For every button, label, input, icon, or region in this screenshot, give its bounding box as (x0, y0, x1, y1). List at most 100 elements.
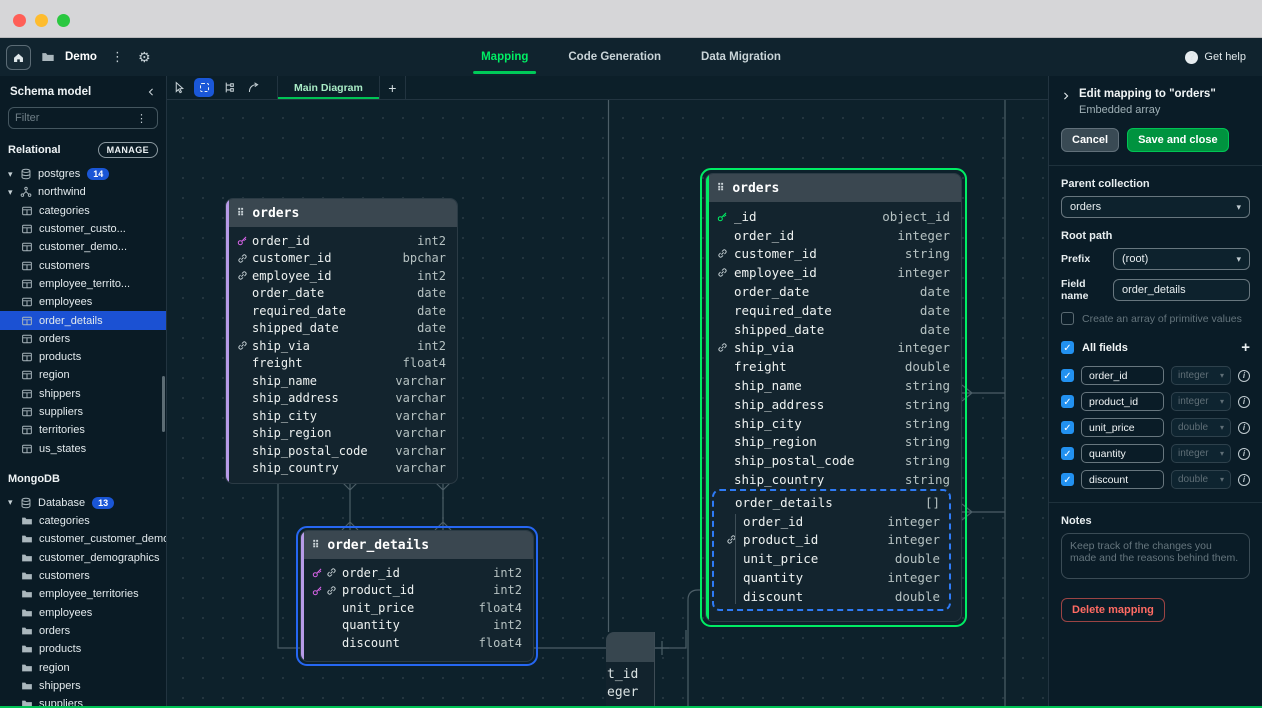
table-field-row[interactable]: freight float4 (226, 355, 457, 373)
relationship-tool-icon[interactable] (241, 76, 265, 99)
sidebar-item[interactable]: employee_territories (0, 585, 166, 603)
table-field-row[interactable]: ship_address varchar (226, 390, 457, 408)
project-menu-icon[interactable]: ⋮ (107, 49, 128, 65)
sidebar-item[interactable]: customer_customer_demo (0, 530, 166, 548)
field-name-input[interactable]: discount (1081, 470, 1164, 489)
collection-field-row[interactable]: required_date date (706, 301, 961, 320)
sidebar-item[interactable]: orders (0, 622, 166, 640)
info-icon[interactable] (1238, 422, 1250, 434)
filter-menu-icon[interactable]: ⋮ (132, 112, 151, 125)
collection-field-row[interactable]: ship_city string (706, 414, 961, 433)
table-field-row[interactable]: customer_id bpchar (226, 250, 457, 268)
table-field-row[interactable]: ship_postal_code varchar (226, 442, 457, 460)
table-card-header[interactable]: ⠿ order_details (301, 531, 533, 559)
field-checkbox[interactable] (1061, 395, 1074, 408)
sidebar-item[interactable]: ▾ postgres 14 (0, 165, 166, 183)
get-help-button[interactable]: ? Get help (1185, 51, 1246, 64)
collection-card-header[interactable]: ⠿ orders (706, 174, 961, 202)
table-card-order-details[interactable]: ⠿ order_details order_id int2 (300, 530, 534, 662)
field-name-input[interactable]: order_details (1113, 279, 1250, 301)
caret-down-icon[interactable]: ▾ (8, 498, 20, 507)
caret-down-icon[interactable]: ▾ (8, 170, 20, 179)
maximize-window-button[interactable] (57, 14, 70, 27)
sidebar-item[interactable]: customers (0, 256, 166, 274)
info-icon[interactable] (1238, 474, 1250, 486)
header-tab[interactable]: Data Migration (699, 38, 783, 76)
collapse-sidebar-icon[interactable] (146, 87, 156, 97)
sidebar-item[interactable]: products (0, 348, 166, 366)
sidebar-item[interactable]: customers (0, 567, 166, 585)
notes-textarea[interactable] (1061, 533, 1250, 579)
field-type-select[interactable]: double ▾ (1171, 418, 1231, 437)
close-window-button[interactable] (13, 14, 26, 27)
table-field-row[interactable]: discount float4 (301, 634, 533, 652)
table-field-row[interactable]: ship_country varchar (226, 460, 457, 478)
sidebar-item[interactable]: us_states (0, 439, 166, 457)
partial-table-card[interactable]: t_id eger (606, 632, 655, 708)
minimize-window-button[interactable] (35, 14, 48, 27)
table-field-row[interactable]: quantity int2 (301, 617, 533, 635)
field-name-input[interactable]: product_id (1081, 392, 1164, 411)
embedded-field-row[interactable]: order_id integer (714, 512, 949, 531)
embedded-field-row[interactable]: unit_price double (714, 549, 949, 568)
add-diagram-button[interactable]: + (380, 76, 406, 99)
sidebar-item[interactable]: region (0, 658, 166, 676)
table-field-row[interactable]: ship_via int2 (226, 337, 457, 355)
field-name-input[interactable]: quantity (1081, 444, 1164, 463)
field-type-select[interactable]: integer ▾ (1171, 392, 1231, 411)
field-checkbox[interactable] (1061, 421, 1074, 434)
field-name-input[interactable]: order_id (1081, 366, 1164, 385)
table-field-row[interactable]: ship_region varchar (226, 425, 457, 443)
table-field-row[interactable]: employee_id int2 (226, 267, 457, 285)
sidebar-item[interactable]: categories (0, 202, 166, 220)
info-icon[interactable] (1238, 448, 1250, 460)
save-and-close-button[interactable]: Save and close (1127, 128, 1229, 152)
parent-collection-select[interactable]: orders ▾ (1061, 196, 1250, 218)
drag-handle-icon[interactable]: ⠿ (717, 183, 723, 194)
home-button[interactable] (6, 45, 31, 70)
table-field-row[interactable]: required_date date (226, 302, 457, 320)
sidebar-item[interactable]: products (0, 640, 166, 658)
sidebar-item[interactable]: region (0, 366, 166, 384)
field-checkbox[interactable] (1061, 447, 1074, 460)
primitive-array-checkbox[interactable] (1061, 312, 1074, 325)
sidebar-item[interactable]: orders (0, 330, 166, 348)
sidebar-scrollbar[interactable] (162, 376, 165, 432)
table-field-row[interactable]: order_id int2 (226, 232, 457, 250)
table-field-row[interactable]: order_date date (226, 285, 457, 303)
diagram-tab[interactable]: Main Diagram (277, 76, 380, 99)
collection-field-row[interactable]: ship_name string (706, 376, 961, 395)
sidebar-item[interactable]: territories (0, 421, 166, 439)
sidebar-item[interactable]: customer_demographics (0, 549, 166, 567)
header-tab[interactable]: Mapping (479, 38, 530, 76)
collection-field-row[interactable]: freight double (706, 357, 961, 376)
embedded-array-row[interactable]: order_details [] (714, 493, 949, 512)
table-card-header[interactable]: ⠿ orders (226, 199, 457, 227)
cancel-button[interactable]: Cancel (1061, 128, 1119, 152)
diagram-board[interactable]: ⠿ orders order_id int2 (167, 100, 1048, 708)
sidebar-item[interactable]: ▾ Database 13 (0, 494, 166, 512)
delete-mapping-button[interactable]: Delete mapping (1061, 598, 1165, 622)
collection-field-row[interactable]: order_id integer (706, 226, 961, 245)
field-checkbox[interactable] (1061, 473, 1074, 486)
prefix-select[interactable]: (root) ▾ (1113, 248, 1250, 270)
table-field-row[interactable]: order_id int2 (301, 564, 533, 582)
sidebar-item[interactable]: customer_demo... (0, 238, 166, 256)
add-field-button[interactable]: + (1241, 339, 1250, 356)
collection-field-row[interactable]: ship_via integer (706, 339, 961, 358)
settings-gear-icon[interactable]: ⚙ (138, 50, 151, 64)
field-type-select[interactable]: double ▾ (1171, 470, 1231, 489)
field-name-input[interactable]: unit_price (1081, 418, 1164, 437)
sidebar-item[interactable]: ▾ northwind (0, 183, 166, 201)
field-type-select[interactable]: integer ▾ (1171, 444, 1231, 463)
drag-handle-icon[interactable]: ⠿ (312, 540, 318, 551)
sidebar-item[interactable]: shippers (0, 677, 166, 695)
manage-button[interactable]: MANAGE (98, 142, 158, 158)
caret-down-icon[interactable]: ▾ (8, 188, 20, 197)
embedded-array-group[interactable]: order_details [] order_id (712, 489, 951, 611)
embedded-field-row[interactable]: discount double (714, 587, 949, 606)
drag-handle-icon[interactable]: ⠿ (237, 208, 243, 219)
table-field-row[interactable]: ship_name varchar (226, 372, 457, 390)
collection-field-row[interactable]: ship_address string (706, 395, 961, 414)
collection-field-row[interactable]: ship_country string (706, 470, 961, 489)
